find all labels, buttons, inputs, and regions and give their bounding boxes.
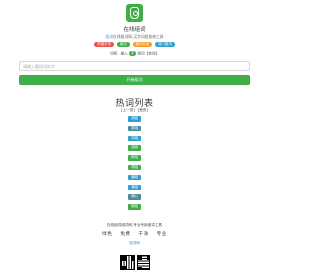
search-button[interactable]: 开始组词 <box>19 75 250 85</box>
search-input[interactable] <box>19 61 250 71</box>
pagination-links: [上一页] [首页] <box>0 108 269 113</box>
hot-word-item[interactable]: 诱组 <box>128 164 141 171</box>
footer-value: 绿色 <box>102 232 113 237</box>
qr-code-icon <box>120 255 135 270</box>
footer-description: 在线组词组词网,专业专用组词工具 <box>106 223 163 227</box>
footer-value: 专业 <box>156 232 167 237</box>
switcher-suffix[interactable]: 组词【查询】 <box>137 52 159 56</box>
prev-page-link[interactable]: [上一页] <box>121 108 135 112</box>
switcher-prefix: 词组 · 输入 <box>109 51 128 56</box>
hot-word-item[interactable]: 消组 <box>128 116 141 122</box>
footer-link[interactable]: 组词网 <box>0 241 269 246</box>
hot-word-item[interactable]: 肃组 <box>128 125 141 132</box>
page: 在线组词 组词在线组词网,汉字词组查询工具 热搜字词 组词 组词大全 热门组词 … <box>0 0 269 271</box>
hot-word-item[interactable]: 潇组 <box>128 145 141 151</box>
hot-word-item[interactable]: 帽组 <box>128 204 141 210</box>
switcher-pill[interactable]: 字 <box>128 51 137 56</box>
site-tagline: 组词在线组词网,汉字词组查询工具 <box>0 34 269 40</box>
qr-code-icon <box>137 255 150 270</box>
tagline-text: 在线组词网,汉字词组查询工具 <box>113 34 164 39</box>
footer-value: 免费 <box>120 232 131 237</box>
site-title: 在线组词 <box>123 27 146 33</box>
hot-word-item[interactable]: 潮组 <box>128 174 141 181</box>
tag-compose-all[interactable]: 组词大全 <box>132 42 153 47</box>
hot-word-item[interactable]: 浏组 <box>128 135 141 142</box>
tagline-highlight[interactable]: 组词 <box>105 34 113 39</box>
footer-value: 干净 <box>138 232 149 237</box>
tag-row: 热搜字词 组词 组词大全 热门组词 <box>0 42 269 47</box>
mode-switcher: 词组 · 输入 字 组词【查询】 <box>0 51 269 57</box>
tag-hot-compose[interactable]: 热门组词 <box>155 42 175 47</box>
footer-values: 绿色 免费 干净 专业 <box>0 231 269 237</box>
tag-hot-search[interactable]: 热搜字词 <box>94 42 114 47</box>
home-page-link[interactable]: [首页] <box>138 108 148 112</box>
hot-word-item[interactable]: 满心 <box>128 194 141 200</box>
tag-compose[interactable]: 组词 <box>116 42 130 47</box>
hot-word-list: 消组 肃组 浏组 潇组 桥组 诱组 潮组 凑组 满心 帽组 <box>128 116 141 214</box>
site-logo-icon[interactable] <box>126 4 143 22</box>
hot-word-item[interactable]: 凑组 <box>128 184 141 191</box>
hot-word-item[interactable]: 桥组 <box>128 155 141 161</box>
